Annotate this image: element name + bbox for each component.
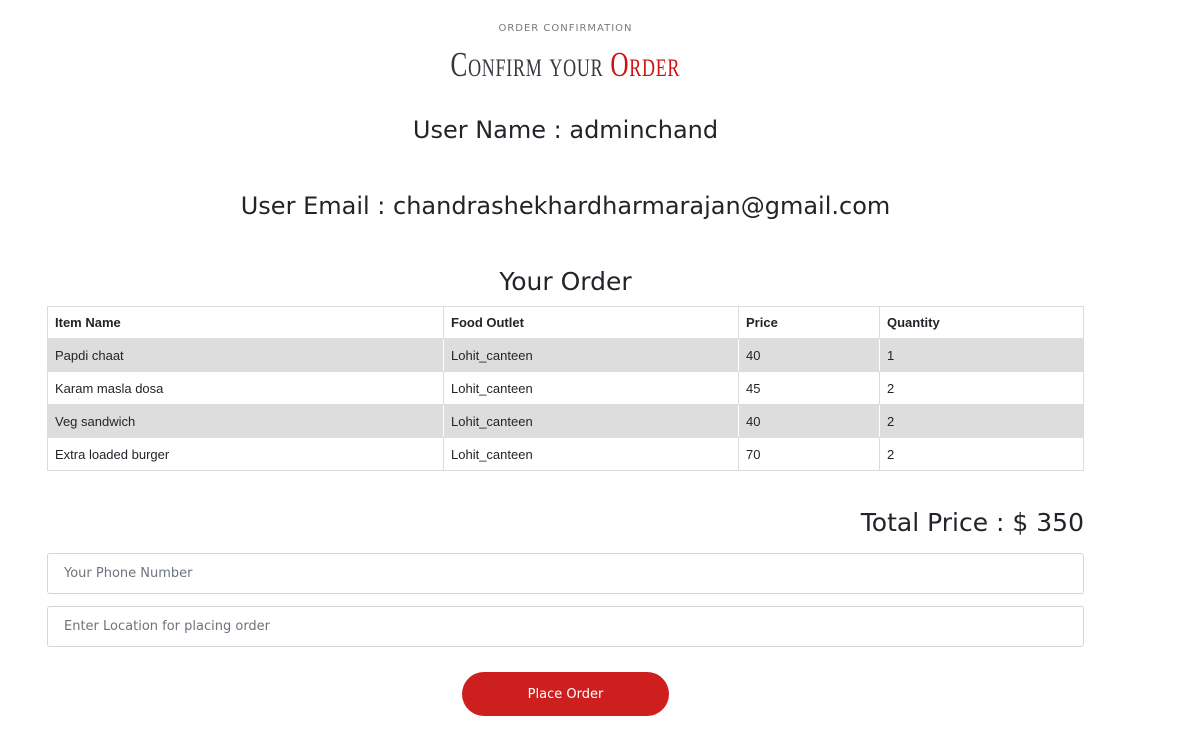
order-table: Item Name Food Outlet Price Quantity Pap… xyxy=(47,306,1084,471)
table-row: Papdi chaat Lohit_canteen 40 1 xyxy=(47,338,1084,372)
cell-food-outlet: Lohit_canteen xyxy=(443,338,739,372)
table-row: Karam masla dosa Lohit_canteen 45 2 xyxy=(47,371,1084,405)
cell-item-name: Karam masla dosa xyxy=(47,371,444,405)
cell-food-outlet: Lohit_canteen xyxy=(443,371,739,405)
cell-price: 40 xyxy=(738,338,880,372)
cell-item-name: Veg sandwich xyxy=(47,404,444,438)
place-order-button[interactable]: Place Order xyxy=(462,672,669,716)
cell-food-outlet: Lohit_canteen xyxy=(443,437,739,471)
column-header-item: Item Name xyxy=(47,306,444,339)
cell-price: 40 xyxy=(738,404,880,438)
cell-food-outlet: Lohit_canteen xyxy=(443,404,739,438)
cell-quantity: 2 xyxy=(879,371,1084,405)
cell-quantity: 1 xyxy=(879,338,1084,372)
section-eyebrow: Order Confirmation xyxy=(498,23,633,34)
cell-quantity: 2 xyxy=(879,437,1084,471)
table-row: Extra loaded burger Lohit_canteen 70 2 xyxy=(47,437,1084,471)
order-heading: Your Order xyxy=(499,267,632,296)
title-main: Confirm your xyxy=(450,45,611,84)
cell-price: 45 xyxy=(738,371,880,405)
phone-number-input[interactable] xyxy=(47,553,1084,594)
cell-item-name: Papdi chaat xyxy=(47,338,444,372)
column-header-outlet: Food Outlet xyxy=(443,306,739,339)
cell-quantity: 2 xyxy=(879,404,1084,438)
title-accent: Order xyxy=(610,45,681,84)
page-title: Confirm your Order xyxy=(158,42,972,88)
cell-price: 70 xyxy=(738,437,880,471)
total-price: Total Price : $ 350 xyxy=(860,508,1084,537)
user-name-line: User Name : adminchand xyxy=(412,116,719,144)
location-input[interactable] xyxy=(47,606,1084,647)
order-confirmation-page: Order Confirmation Confirm your Order Us… xyxy=(0,0,1203,751)
table-header-row: Item Name Food Outlet Price Quantity xyxy=(47,306,1084,339)
table-row: Veg sandwich Lohit_canteen 40 2 xyxy=(47,404,1084,438)
column-header-price: Price xyxy=(738,306,880,339)
column-header-quantity: Quantity xyxy=(879,306,1084,339)
user-email-line: User Email : chandrashekhardharmarajan@g… xyxy=(240,192,891,220)
cell-item-name: Extra loaded burger xyxy=(47,437,444,471)
